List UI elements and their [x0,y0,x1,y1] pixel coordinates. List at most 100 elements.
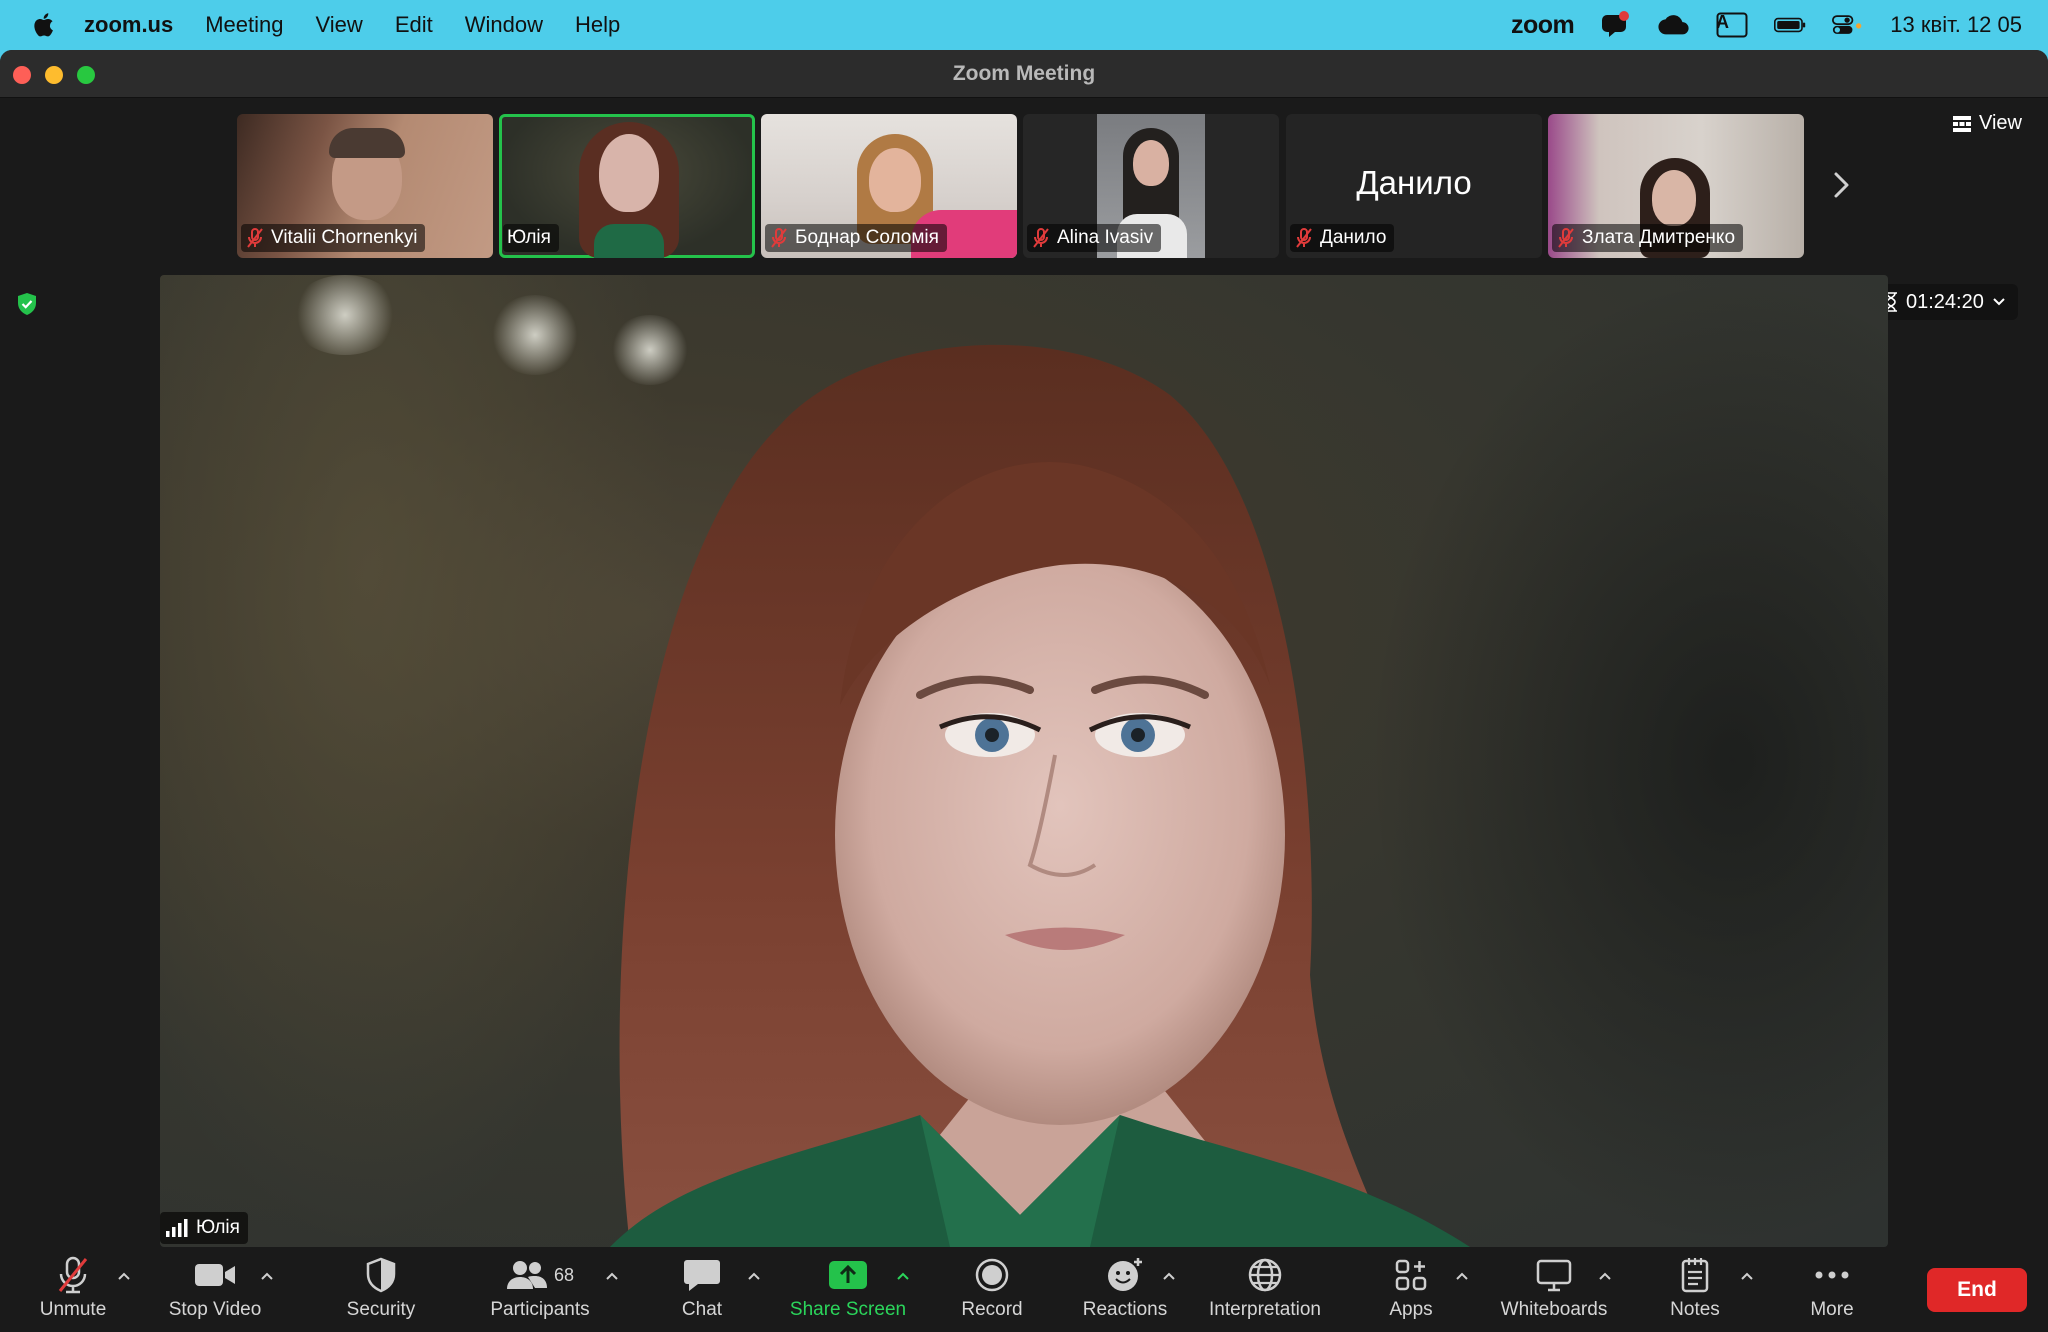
participant-display-name: Данило [1356,164,1472,201]
security-label: Security [346,1299,416,1320]
chevron-up-icon[interactable] [1162,1271,1176,1281]
participants-count: 68 [553,1264,575,1285]
microphone-muted-icon [58,1256,88,1294]
participant-name: Боднар Соломія [795,227,939,248]
view-layout-button[interactable]: View [1953,112,2022,135]
participant-video [869,148,921,212]
chevron-down-icon[interactable] [1992,297,2006,307]
apps-label: Apps [1389,1299,1433,1320]
stop-video-label: Stop Video [168,1299,262,1320]
control-center-icon[interactable] [1832,11,1864,39]
globe-icon [1248,1258,1282,1292]
speaker-figure [610,344,1470,1247]
participant-tile[interactable]: Alina Ivasiv [1023,114,1279,258]
participant-video-face [1133,140,1169,186]
notes-label: Notes [1670,1299,1720,1320]
chevron-up-icon[interactable] [896,1271,910,1281]
keyboard-input-letter: A [1716,12,1729,32]
share-screen-icon [829,1261,867,1289]
video-camera-icon [195,1264,235,1286]
meeting-timer[interactable]: 01:24:20 [1872,284,2018,320]
participant-video [1652,170,1696,226]
active-speaker-label: Юлія [160,1212,248,1244]
participants-label: Participants [490,1299,590,1320]
record-label: Record [961,1299,1023,1320]
participants-button[interactable]: 68 Participants [480,1247,600,1332]
participant-name: Злата Дмитренко [1582,227,1736,248]
zoom-status-logo[interactable]: zoom [1511,11,1575,40]
microphone-muted-icon [1033,228,1049,248]
participant-video-clothing [594,224,664,258]
participant-name-label: Боднар Соломія [765,224,947,252]
participant-name: Alina Ivasiv [1057,227,1154,248]
participant-tile[interactable]: Vitalii Chornenkyi [237,114,493,258]
menubar-clock[interactable]: 13 квіт. 12 05 [1890,12,2022,38]
view-button-label: View [1979,112,2022,134]
participant-name-label: Vitalii Chornenkyi [241,224,426,252]
participant-name: Юлія [507,227,551,248]
menu-view[interactable]: View [316,12,363,38]
notes-icon [1681,1258,1709,1293]
apps-grid-icon [1395,1259,1427,1291]
apple-icon[interactable] [32,12,54,38]
unmute-label: Unmute [39,1299,107,1320]
apps-button[interactable]: Apps [1380,1247,1442,1332]
share-screen-button[interactable]: Share Screen [786,1247,910,1332]
menu-edit[interactable]: Edit [395,12,433,38]
chevron-up-icon[interactable] [1740,1271,1754,1281]
participant-name-label: Юлія [503,224,559,252]
chat-button[interactable]: Chat [665,1247,739,1332]
window-title: Zoom Meeting [952,62,1096,85]
chevron-up-icon[interactable] [1455,1271,1469,1281]
chevron-up-icon[interactable] [260,1271,274,1281]
record-icon [975,1258,1009,1292]
microphone-muted-icon [247,228,263,248]
record-button[interactable]: Record [952,1247,1032,1332]
participant-video-hair [329,128,405,158]
smiley-plus-icon [1108,1258,1142,1291]
signal-strength-icon [166,1219,188,1237]
encryption-shield-icon[interactable] [16,292,38,316]
participant-name-label: Alina Ivasiv [1027,224,1162,252]
share-screen-label: Share Screen [789,1299,907,1320]
menu-window[interactable]: Window [465,12,543,38]
chat-bubble-icon [684,1260,720,1291]
grid-view-icon [1953,115,1971,132]
cloud-icon[interactable] [1658,11,1690,39]
microphone-muted-icon [771,228,787,248]
more-button[interactable]: More [1800,1247,1864,1332]
unmute-button[interactable]: Unmute [30,1247,116,1332]
security-button[interactable]: Security [336,1247,426,1332]
participant-tile-active-speaker[interactable]: Юлія [499,114,755,258]
viber-icon[interactable] [1600,11,1632,39]
end-meeting-button[interactable]: End [1927,1268,2027,1312]
chevron-up-icon[interactable] [747,1271,761,1281]
battery-icon[interactable] [1774,11,1806,39]
chevron-right-icon[interactable] [1832,170,1852,200]
active-speaker-video [160,275,1888,1247]
interpretation-button[interactable]: Interpretation [1200,1247,1330,1332]
chevron-up-icon[interactable] [1598,1271,1612,1281]
menu-help[interactable]: Help [575,12,620,38]
more-dots-icon [1815,1271,1849,1279]
notes-button[interactable]: Notes [1660,1247,1730,1332]
participant-tile[interactable]: Боднар Соломія [761,114,1017,258]
participant-tile[interactable]: Злата Дмитренко [1548,114,1804,258]
whiteboard-icon [1536,1259,1572,1292]
timer-value: 01:24:20 [1906,290,1984,313]
app-menu-zoom[interactable]: zoom.us [84,12,173,38]
microphone-muted-icon [1558,228,1574,248]
reactions-button[interactable]: Reactions [1075,1247,1175,1332]
reactions-label: Reactions [1082,1299,1168,1320]
chevron-up-icon[interactable] [117,1271,131,1281]
whiteboards-button[interactable]: Whiteboards [1492,1247,1616,1332]
participants-icon [506,1261,547,1289]
more-label: More [1810,1299,1854,1320]
macos-menu-bar: zoom.us Meeting View Edit Window Help zo… [0,0,2048,50]
stop-video-button[interactable]: Stop Video [160,1247,270,1332]
chevron-up-icon[interactable] [605,1271,619,1281]
participant-tile-video-off[interactable]: Данило Данило [1286,114,1542,258]
security-shield-icon [366,1257,396,1293]
menu-meeting[interactable]: Meeting [205,12,283,38]
microphone-muted-icon [1296,228,1312,248]
